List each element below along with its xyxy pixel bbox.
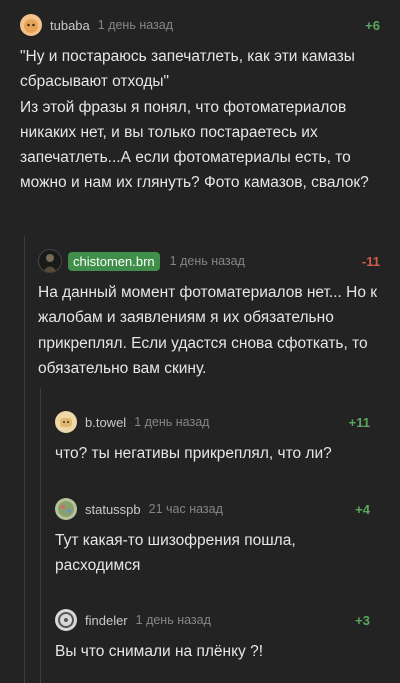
comment-header: tubaba 1 день назад +6 [20, 14, 380, 36]
comment-text: Тут какая-то шизофрения пошла, расходимс… [55, 532, 300, 575]
comment-text: "Ну и постараюсь запечатлеть, как эти ка… [20, 48, 369, 192]
author-name[interactable]: statusspb [85, 502, 141, 517]
timestamp: 1 день назад [97, 18, 174, 32]
comment-tubaba: tubaba 1 день назад +6 "Ну и постараюсь … [0, 14, 400, 196]
rating: +3 [355, 612, 370, 628]
author-name[interactable]: b.towel [85, 415, 126, 430]
comment-header: statusspb 21 час назад +4 [55, 498, 370, 520]
comment-text: что? ты негативы прикреплял, что ли? [55, 445, 332, 462]
user-avatar-icon [24, 19, 38, 33]
comment-header: chistomen.brn 1 день назад -11 [38, 249, 380, 273]
rating: +4 [355, 501, 370, 517]
comment-header: b.towel 1 день назад +11 [55, 411, 370, 433]
user-avatar-icon [58, 612, 74, 628]
avatar[interactable] [55, 498, 77, 520]
comment-statusspb: statusspb 21 час назад +4 Тут какая-то ш… [55, 498, 370, 579]
author-name[interactable]: chistomen.brn [68, 251, 160, 271]
comment-header: findeler 1 день назад +3 [55, 609, 370, 631]
author-name[interactable]: findeler [85, 613, 128, 628]
timestamp: 1 день назад [134, 415, 210, 429]
avatar[interactable] [55, 609, 77, 631]
comment-text: На данный момент фотоматериалов нет... Н… [38, 284, 382, 377]
thread-line-level-2 [40, 388, 41, 683]
avatar[interactable] [20, 14, 42, 36]
timestamp: 21 час назад [148, 502, 223, 516]
comment-text: Вы что снимали на плёнку ?! [55, 643, 264, 660]
comment-b-towel: b.towel 1 день назад +11 что? ты негатив… [55, 411, 370, 466]
author-name[interactable]: tubaba [50, 18, 90, 33]
user-avatar-icon [58, 501, 74, 517]
rating: +6 [365, 17, 380, 33]
comment-findeler: findeler 1 день назад +3 Вы что снимали … [55, 609, 370, 664]
user-avatar-icon [60, 418, 72, 427]
timestamp: 1 день назад [135, 613, 211, 627]
user-avatar-icon [43, 254, 57, 272]
rating: -11 [361, 253, 380, 269]
thread-line-level-1 [24, 236, 25, 683]
comment-chistomen: chistomen.brn 1 день назад -11 На данный… [38, 249, 382, 381]
timestamp: 1 день назад [169, 254, 245, 268]
avatar[interactable] [38, 249, 62, 273]
rating: +11 [348, 414, 370, 430]
avatar[interactable] [55, 411, 77, 433]
